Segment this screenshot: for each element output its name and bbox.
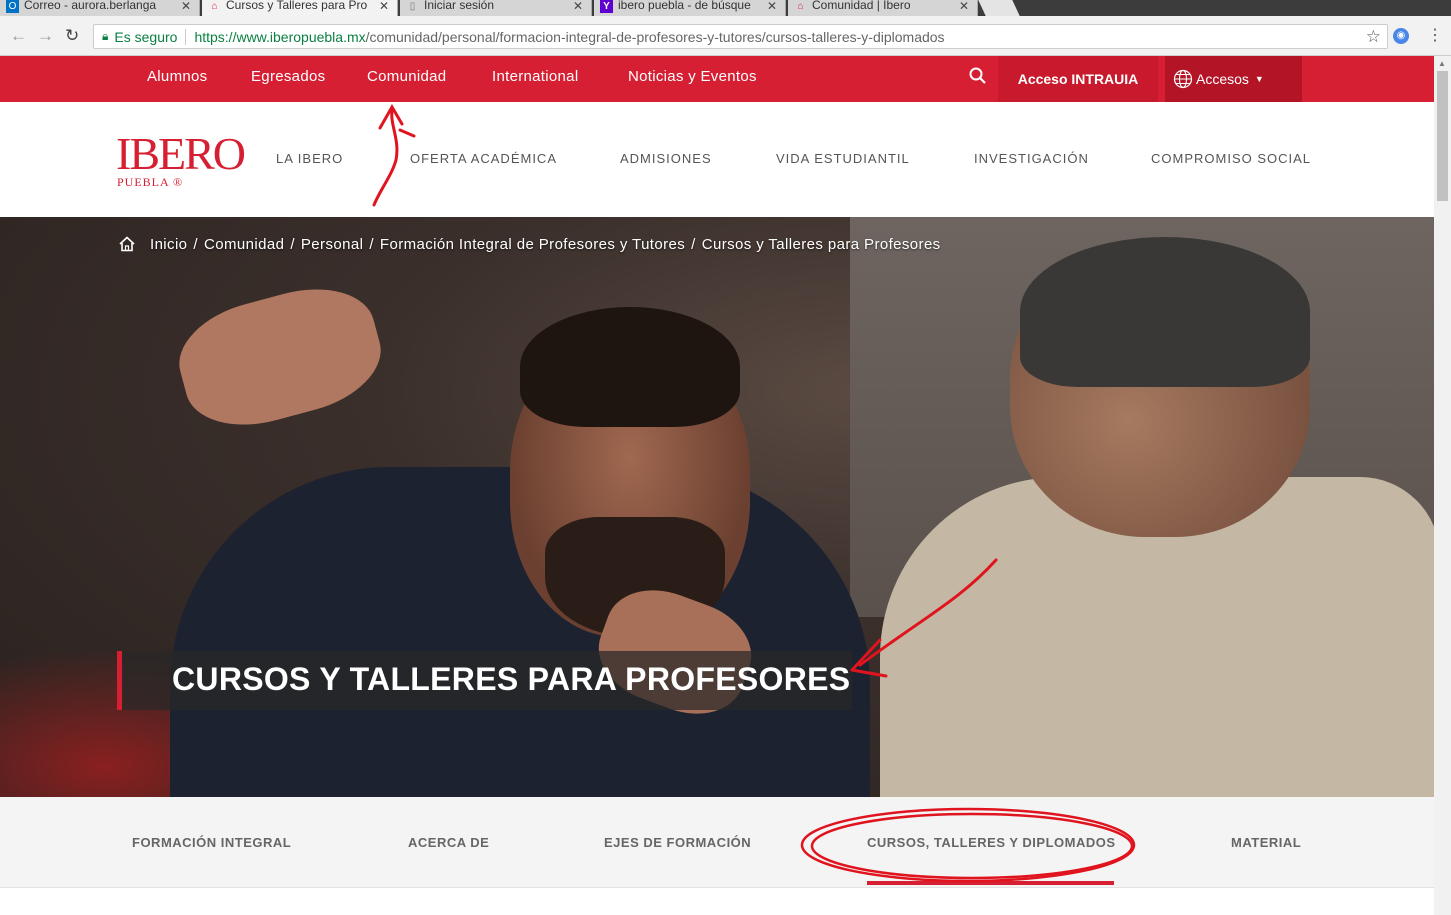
breadcrumb-separator: / <box>290 235 295 253</box>
tab-title: Correo - aurora.berlanga <box>24 0 157 12</box>
close-icon[interactable]: ✕ <box>959 0 969 13</box>
url-host: https://www.iberopuebla.mx <box>194 28 366 45</box>
hero-photo-person-left-hair <box>520 307 740 427</box>
page-title: CURSOS Y TALLERES PARA PROFESORES <box>172 661 851 697</box>
ibero-icon: ⌂ <box>211 1 218 12</box>
caret-down-icon: ▼ <box>1254 74 1264 84</box>
hero-title-band: CURSOS Y TALLERES PARA PROFESORES <box>117 651 852 710</box>
search-icon[interactable] <box>968 66 988 86</box>
topnav-egresados[interactable]: Egresados <box>251 68 325 85</box>
subnav-acerca-de[interactable]: ACERCA DE <box>408 835 489 850</box>
tab-title: Iniciar sesión <box>424 0 495 12</box>
breadcrumb-cursos-talleres: Cursos y Talleres para Profesores <box>701 235 941 253</box>
subnav-ejes-de-formacion[interactable]: EJES DE FORMACIÓN <box>604 835 751 850</box>
outlook-icon: O <box>6 0 19 13</box>
mainnav-compromiso-social[interactable]: COMPROMISO SOCIAL <box>1151 151 1311 166</box>
accesos-dropdown[interactable]: Accesos ▼ <box>1165 56 1302 102</box>
divider <box>185 28 187 45</box>
active-tab-indicator <box>867 881 1114 885</box>
mainnav-vida-estudiantil[interactable]: VIDA ESTUDIANTIL <box>776 151 910 166</box>
subnav-formacion-integral[interactable]: FORMACIÓN INTEGRAL <box>132 835 291 850</box>
browser-tab-strip: O Correo - aurora.berlanga ✕ ⌂ Cursos y … <box>0 0 1451 16</box>
breadcrumb-separator: / <box>369 235 374 253</box>
topnav-comunidad[interactable]: Comunidad <box>367 68 446 85</box>
topnav-noticias[interactable]: Noticias y Eventos <box>628 68 757 85</box>
ibero-logo-subtitle: PUEBLA ® <box>117 175 184 189</box>
mainnav-investigacion[interactable]: INVESTIGACIÓN <box>974 151 1089 166</box>
ibero-icon: ⌂ <box>797 1 804 12</box>
browser-toolbar: ← → ↻ 🔒︎ Es seguro https://www.iberopueb… <box>0 16 1451 56</box>
close-icon[interactable]: ✕ <box>181 0 191 13</box>
tab-title: Comunidad | Ibero <box>812 0 911 12</box>
back-arrow-icon[interactable]: ← <box>10 26 27 46</box>
tab-comunidad[interactable]: ⌂ Comunidad | Ibero ✕ <box>788 0 978 16</box>
address-bar[interactable]: 🔒︎ Es seguro https://www.iberopuebla.mx /… <box>93 24 1388 49</box>
globe-icon <box>1173 69 1193 89</box>
home-icon[interactable] <box>118 235 136 253</box>
lock-icon: 🔒︎ <box>102 29 109 43</box>
section-subnav: FORMACIÓN INTEGRAL ACERCA DE EJES DE FOR… <box>0 797 1434 888</box>
top-utility-bar: Alumnos Egresados Comunidad Internationa… <box>0 56 1434 102</box>
scroll-thumb[interactable] <box>1437 71 1448 201</box>
breadcrumb-formacion-integral[interactable]: Formación Integral de Profesores y Tutor… <box>380 236 685 253</box>
hero-photo-person-right-hair <box>1020 237 1310 387</box>
main-header: IBERO PUEBLA ® LA IBERO OFERTA ACADÉMICA… <box>0 102 1434 217</box>
breadcrumb-personal[interactable]: Personal <box>301 236 363 253</box>
new-tab-button[interactable] <box>978 0 1020 16</box>
yahoo-icon: Y <box>600 0 613 13</box>
forward-arrow-icon[interactable]: → <box>37 26 54 46</box>
breadcrumb-separator: / <box>193 235 198 253</box>
tab-title: Cursos y Talleres para Pro <box>226 0 367 12</box>
tab-yahoo[interactable]: Y ibero puebla - de búsque ✕ <box>594 0 786 16</box>
breadcrumb: Inicio / Comunidad / Personal / Formació… <box>118 235 941 253</box>
scroll-up-arrow-icon[interactable]: ▲ <box>1438 59 1446 68</box>
tab-cursos[interactable]: ⌂ Cursos y Talleres para Pro ✕ <box>202 0 398 16</box>
close-icon[interactable]: ✕ <box>379 0 389 13</box>
reload-icon[interactable]: ↻ <box>65 26 79 46</box>
hero-photo-hand <box>167 273 393 441</box>
page-scrollbar[interactable]: ▲ <box>1434 56 1451 915</box>
secure-label: Es seguro <box>114 28 178 45</box>
menu-dots-icon[interactable]: ⋮ <box>1427 25 1443 45</box>
accesos-label: Accesos <box>1196 71 1249 87</box>
hero-banner: Inicio / Comunidad / Personal / Formació… <box>0 217 1434 797</box>
breadcrumb-inicio[interactable]: Inicio <box>150 236 187 253</box>
acceso-intrauia-button[interactable]: Acceso INTRAUIA <box>998 56 1158 102</box>
tab-correo[interactable]: O Correo - aurora.berlanga ✕ <box>0 0 200 16</box>
url-path: /comunidad/personal/formacion-integral-d… <box>365 28 945 45</box>
breadcrumb-separator: / <box>691 235 696 253</box>
tab-title: ibero puebla - de búsque <box>618 0 751 12</box>
ibero-logo[interactable]: IBERO <box>116 130 246 178</box>
bookmark-star-icon[interactable]: ☆ <box>1366 27 1381 47</box>
subnav-cursos-talleres-diplomados[interactable]: CURSOS, TALLERES Y DIPLOMADOS <box>867 835 1116 850</box>
acceso-label: Acceso INTRAUIA <box>1017 71 1139 87</box>
tab-iniciar-sesion[interactable]: ▯ Iniciar sesión ✕ <box>400 0 592 16</box>
breadcrumb-comunidad[interactable]: Comunidad <box>204 236 284 253</box>
subnav-material[interactable]: MATERIAL <box>1231 835 1301 850</box>
extension-icon[interactable]: ◉ <box>1393 28 1409 44</box>
mainnav-oferta-academica[interactable]: OFERTA ACADÉMICA <box>410 151 557 166</box>
close-icon[interactable]: ✕ <box>767 0 777 13</box>
mainnav-admisiones[interactable]: ADMISIONES <box>620 151 712 166</box>
mainnav-la-ibero[interactable]: LA IBERO <box>276 151 343 166</box>
topnav-international[interactable]: International <box>492 68 578 85</box>
topnav-alumnos[interactable]: Alumnos <box>147 68 207 85</box>
page-icon: ▯ <box>409 1 416 12</box>
close-icon[interactable]: ✕ <box>573 0 583 13</box>
